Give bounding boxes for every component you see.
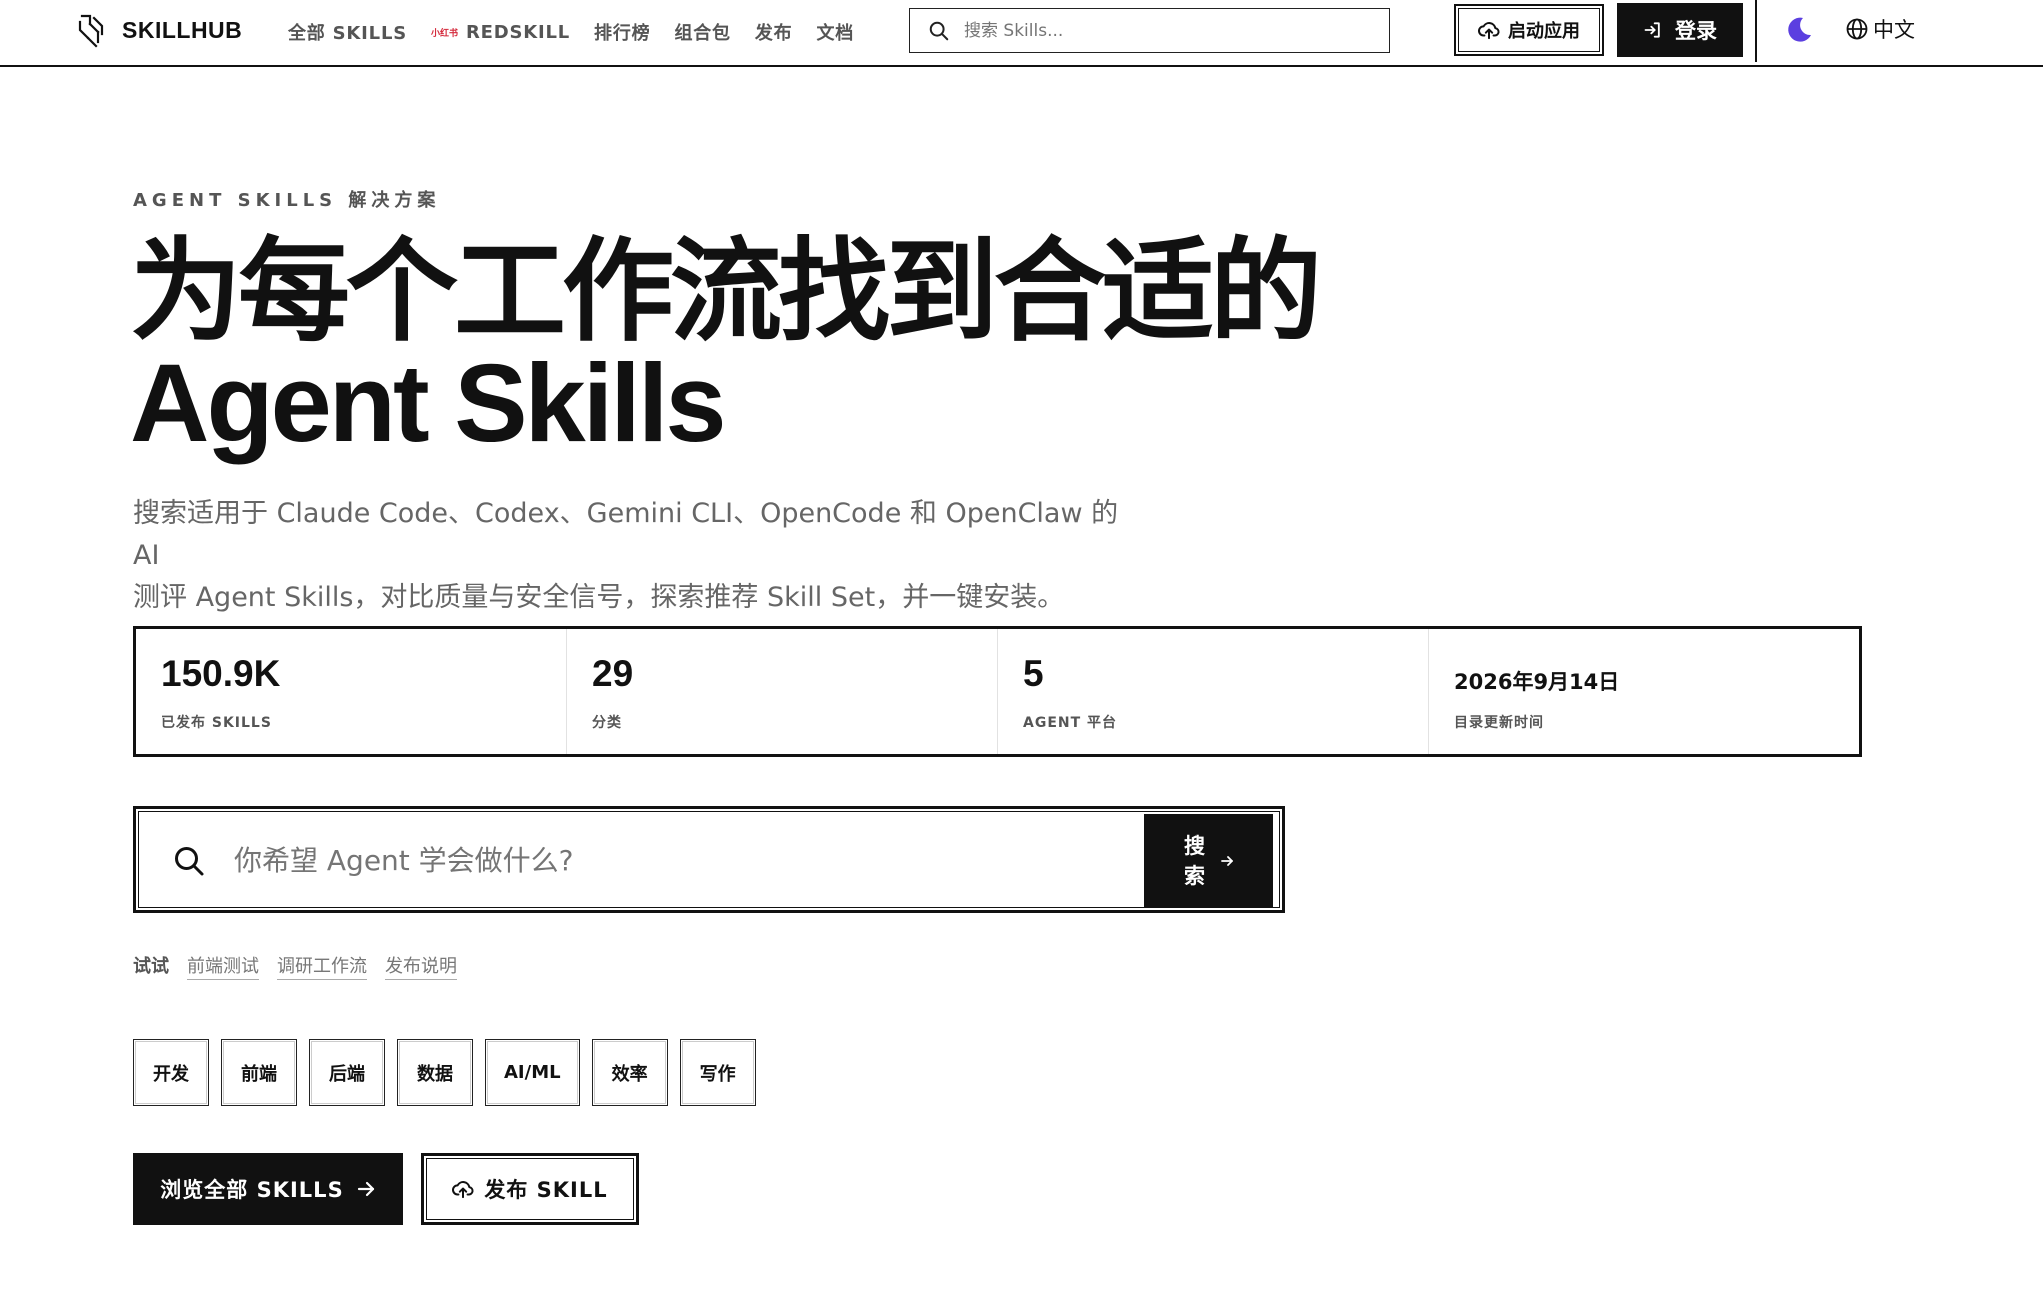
main-search-box: 搜索 bbox=[133, 806, 1285, 913]
redskill-badge: 小红书 bbox=[430, 28, 458, 39]
try-suggestions: 试试 前端测试 调研工作流 发布说明 bbox=[133, 952, 457, 980]
stat-label: 已发布 SKILLS bbox=[161, 715, 272, 731]
stat-categories: 29 分类 bbox=[567, 629, 998, 754]
stat-value: 29 bbox=[592, 653, 634, 694]
nav-redskill-label: REDSKILL bbox=[466, 21, 571, 43]
top-nav-bar: SKILLHUB 全部 SKILLS 小红书 REDSKILL 排行榜 组合包 … bbox=[0, 0, 2043, 67]
header-search-box[interactable] bbox=[909, 8, 1390, 53]
main-nav: 全部 SKILLS 小红书 REDSKILL 排行榜 组合包 发布 文档 bbox=[288, 0, 854, 64]
launch-app-button[interactable]: 启动应用 bbox=[1454, 4, 1604, 56]
browse-all-label: 浏览全部 SKILLS bbox=[160, 1178, 344, 1202]
category-tags: 开发 前端 后端 数据 AI/ML 效率 写作 bbox=[133, 1039, 756, 1106]
brand-logo[interactable]: SKILLHUB bbox=[76, 12, 242, 48]
nav-docs[interactable]: 文档 bbox=[816, 19, 854, 45]
cloud-upload-icon bbox=[452, 1181, 474, 1199]
search-icon bbox=[175, 847, 204, 876]
hero-subtitle: 搜索适用于 Claude Code、Codex、Gemini CLI、OpenC… bbox=[133, 493, 1133, 619]
tag-dev[interactable]: 开发 bbox=[133, 1039, 209, 1106]
hero-subtitle-line1: 搜索适用于 Claude Code、Codex、Gemini CLI、OpenC… bbox=[133, 498, 1119, 571]
hero-eyebrow: AGENT SKILLS 解决方案 bbox=[133, 190, 441, 211]
tag-productivity[interactable]: 效率 bbox=[591, 1039, 668, 1106]
publish-skill-label: 发布 SKILL bbox=[484, 1178, 608, 1202]
arrow-right-icon bbox=[357, 1181, 374, 1197]
skillhub-logo-icon bbox=[78, 14, 104, 48]
nav-redskill[interactable]: 小红书 REDSKILL bbox=[431, 22, 570, 43]
language-label: 中文 bbox=[1873, 18, 1915, 42]
login-label: 登录 bbox=[1675, 19, 1717, 43]
search-button-label: 搜索 bbox=[1184, 834, 1205, 888]
browse-all-skills-button[interactable]: 浏览全部 SKILLS bbox=[133, 1153, 403, 1225]
hero-title-line1: 为每个工作流找到合适的 bbox=[130, 227, 1322, 357]
try-suggestion-link[interactable]: 发布说明 bbox=[385, 952, 457, 980]
hero-title-line2: Agent Skills bbox=[130, 342, 727, 465]
stat-value: 150.9K bbox=[161, 653, 281, 694]
header-divider bbox=[1755, 0, 1757, 62]
tag-writing[interactable]: 写作 bbox=[679, 1039, 756, 1106]
login-button[interactable]: 登录 bbox=[1617, 3, 1743, 57]
brand-name: SKILLHUB bbox=[122, 16, 243, 43]
stat-label: 分类 bbox=[592, 715, 622, 731]
hero-title: 为每个工作流找到合适的 Agent Skills bbox=[130, 227, 1322, 465]
stat-value: 2026年9月14日 bbox=[1454, 670, 1620, 694]
globe-icon bbox=[1846, 18, 1868, 40]
header-search-input[interactable] bbox=[962, 19, 1362, 42]
launch-app-label: 启动应用 bbox=[1508, 21, 1580, 42]
nav-all-skills[interactable]: 全部 SKILLS bbox=[288, 19, 407, 45]
try-label: 试试 bbox=[133, 956, 169, 977]
stat-catalog-updated: 2026年9月14日 目录更新时间 bbox=[1429, 629, 1859, 754]
try-suggestion-link[interactable]: 调研工作流 bbox=[277, 952, 367, 980]
nav-bundles[interactable]: 组合包 bbox=[674, 19, 730, 45]
moon-icon[interactable] bbox=[1784, 15, 1814, 45]
tag-ai-ml[interactable]: AI/ML bbox=[485, 1039, 580, 1106]
tag-frontend[interactable]: 前端 bbox=[221, 1039, 297, 1106]
nav-publish[interactable]: 发布 bbox=[755, 19, 793, 45]
publish-skill-button[interactable]: 发布 SKILL bbox=[421, 1153, 639, 1225]
tag-data[interactable]: 数据 bbox=[397, 1039, 473, 1106]
stat-value: 5 bbox=[1023, 653, 1044, 694]
stat-published-skills: 150.9K 已发布 SKILLS bbox=[136, 629, 567, 754]
stat-agent-platforms: 5 AGENT 平台 bbox=[998, 629, 1429, 754]
search-icon bbox=[929, 21, 949, 40]
stat-label: 目录更新时间 bbox=[1454, 715, 1544, 731]
stat-label: AGENT 平台 bbox=[1023, 715, 1118, 731]
try-suggestion-link[interactable]: 前端测试 bbox=[187, 952, 259, 980]
main-search-button[interactable]: 搜索 bbox=[1144, 814, 1273, 908]
stats-panel: 150.9K 已发布 SKILLS 29 分类 5 AGENT 平台 2026年… bbox=[133, 626, 1862, 757]
cloud-upload-icon bbox=[1478, 22, 1500, 40]
nav-leaderboard[interactable]: 排行榜 bbox=[594, 19, 650, 45]
main-search-input[interactable] bbox=[232, 837, 1072, 883]
language-switcher[interactable]: 中文 bbox=[1845, 14, 1915, 44]
login-icon bbox=[1644, 22, 1660, 38]
tag-backend[interactable]: 后端 bbox=[309, 1039, 385, 1106]
hero-subtitle-line2: 测评 Agent Skills，对比质量与安全信号，探索推荐 Skill Set… bbox=[133, 582, 1065, 613]
arrow-right-icon bbox=[1220, 856, 1233, 866]
